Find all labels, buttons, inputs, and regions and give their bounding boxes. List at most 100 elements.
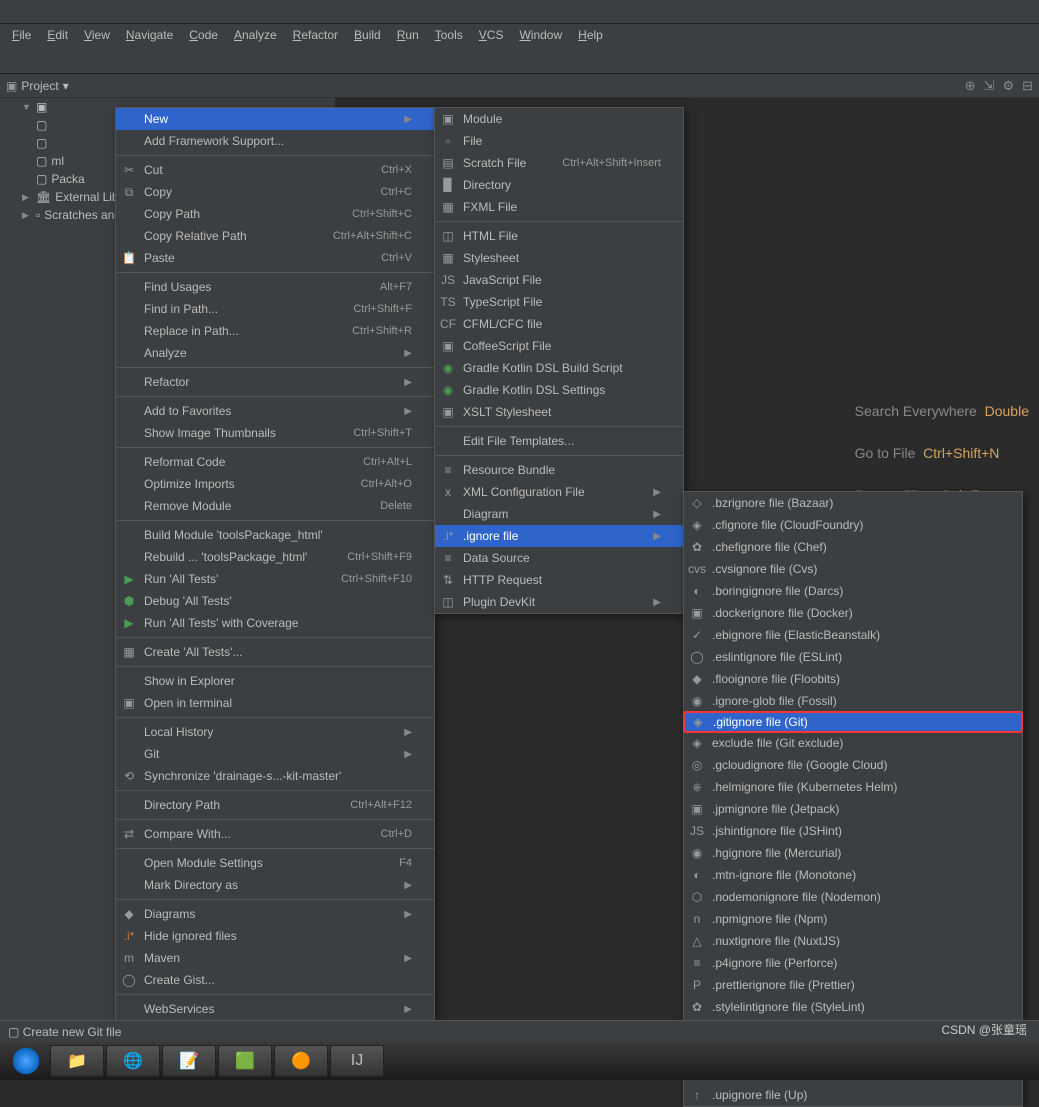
menu-item[interactable]: Replace in Path...Ctrl+Shift+R bbox=[116, 320, 434, 342]
menu-item[interactable]: JS.jshintignore file (JSHint) bbox=[684, 820, 1022, 842]
taskbar-intellij[interactable]: IJ bbox=[330, 1045, 384, 1077]
menu-item[interactable]: Show Image ThumbnailsCtrl+Shift+T bbox=[116, 422, 434, 444]
menu-item[interactable]: ✓.ebignore file (ElasticBeanstalk) bbox=[684, 624, 1022, 646]
menu-item[interactable]: Diagram▶ bbox=[435, 503, 683, 525]
menu-analyze[interactable]: Analyze bbox=[226, 26, 285, 44]
taskbar-app2[interactable]: 🟠 bbox=[274, 1045, 328, 1077]
menu-refactor[interactable]: Refactor bbox=[285, 26, 346, 44]
menu-item[interactable]: ⬢Debug 'All Tests' bbox=[116, 590, 434, 612]
menu-item[interactable]: ▣.jpmignore file (Jetpack) bbox=[684, 798, 1022, 820]
menu-item[interactable]: .i*.ignore file▶ bbox=[435, 525, 683, 547]
menu-item[interactable]: Find UsagesAlt+F7 bbox=[116, 276, 434, 298]
menu-item[interactable]: ✂CutCtrl+X bbox=[116, 159, 434, 181]
menu-item[interactable]: ▣Module bbox=[435, 108, 683, 130]
menu-window[interactable]: Window bbox=[511, 26, 570, 44]
menu-navigate[interactable]: Navigate bbox=[118, 26, 181, 44]
menu-item[interactable]: ◎.gcloudignore file (Google Cloud) bbox=[684, 754, 1022, 776]
menu-item[interactable]: Show in Explorer bbox=[116, 670, 434, 692]
menu-item[interactable]: Reformat CodeCtrl+Alt+L bbox=[116, 451, 434, 473]
menu-item[interactable]: Open Module SettingsF4 bbox=[116, 852, 434, 874]
menu-item[interactable]: ⇅HTTP Request bbox=[435, 569, 683, 591]
menu-item[interactable]: xXML Configuration File▶ bbox=[435, 481, 683, 503]
taskbar-chrome[interactable]: 🌐 bbox=[106, 1045, 160, 1077]
menu-item[interactable]: ⇄Compare With...Ctrl+D bbox=[116, 823, 434, 845]
menu-view[interactable]: View bbox=[76, 26, 118, 44]
context-menu-main[interactable]: New▶Add Framework Support...✂CutCtrl+X⧉C… bbox=[115, 107, 435, 1021]
taskbar-app1[interactable]: 🟩 bbox=[218, 1045, 272, 1077]
menu-item[interactable]: ⎈.helmignore file (Kubernetes Helm) bbox=[684, 776, 1022, 798]
menu-item[interactable]: ◇.bzrignore file (Bazaar) bbox=[684, 492, 1022, 514]
menu-item[interactable]: .i*Hide ignored files bbox=[116, 925, 434, 947]
menu-vcs[interactable]: VCS bbox=[471, 26, 512, 44]
menu-item[interactable]: cvs.cvsignore file (Cvs) bbox=[684, 558, 1022, 580]
target-icon[interactable]: ⊕ bbox=[965, 78, 976, 94]
menu-item[interactable]: Add to Favorites▶ bbox=[116, 400, 434, 422]
menu-item[interactable]: ✿.chefignore file (Chef) bbox=[684, 536, 1022, 558]
menu-item[interactable]: Copy PathCtrl+Shift+C bbox=[116, 203, 434, 225]
menu-item[interactable]: ▶Run 'All Tests' with Coverage bbox=[116, 612, 434, 634]
start-button[interactable] bbox=[4, 1042, 48, 1080]
hide-icon[interactable]: ⊟ bbox=[1022, 78, 1033, 94]
menu-item[interactable]: ▣XSLT Stylesheet bbox=[435, 401, 683, 423]
menu-item[interactable]: ◯.eslintignore file (ESLint) bbox=[684, 646, 1022, 668]
menu-item[interactable]: ▶Run 'All Tests'Ctrl+Shift+F10 bbox=[116, 568, 434, 590]
menu-item[interactable]: ◉Gradle Kotlin DSL Settings bbox=[435, 379, 683, 401]
menu-item[interactable]: JSJavaScript File bbox=[435, 269, 683, 291]
menu-item[interactable]: Directory PathCtrl+Alt+F12 bbox=[116, 794, 434, 816]
menu-item[interactable]: ▦Stylesheet bbox=[435, 247, 683, 269]
menu-item[interactable]: New▶ bbox=[116, 108, 434, 130]
context-menu-new[interactable]: ▣Module▫File▤Scratch FileCtrl+Alt+Shift+… bbox=[434, 107, 684, 614]
menu-item[interactable]: ◈.cfignore file (CloudFoundry) bbox=[684, 514, 1022, 536]
menu-item[interactable]: ▦FXML File bbox=[435, 196, 683, 218]
menu-item[interactable]: mMaven▶ bbox=[116, 947, 434, 969]
taskbar-explorer[interactable]: 📁 bbox=[50, 1045, 104, 1077]
project-tool-button[interactable]: ▣ Project ▾ bbox=[6, 79, 69, 93]
menu-item[interactable]: Mark Directory as▶ bbox=[116, 874, 434, 896]
menu-item[interactable]: ◐.boringignore file (Darcs) bbox=[684, 580, 1022, 602]
menu-file[interactable]: File bbox=[4, 26, 39, 44]
menu-item[interactable]: ◈.gitignore file (Git) bbox=[683, 711, 1023, 733]
menu-item[interactable]: ◆Diagrams▶ bbox=[116, 903, 434, 925]
menu-item[interactable]: ◉.hgignore file (Mercurial) bbox=[684, 842, 1022, 864]
menu-item[interactable]: CFCFML/CFC file bbox=[435, 313, 683, 335]
menu-item[interactable]: Rebuild ... 'toolsPackage_html'Ctrl+Shif… bbox=[116, 546, 434, 568]
menu-item[interactable]: Optimize ImportsCtrl+Alt+O bbox=[116, 473, 434, 495]
menu-item[interactable]: △.nuxtignore file (NuxtJS) bbox=[684, 930, 1022, 952]
menu-item[interactable]: Edit File Templates... bbox=[435, 430, 683, 452]
collapse-icon[interactable]: ⇲ bbox=[984, 78, 995, 94]
menu-edit[interactable]: Edit bbox=[39, 26, 76, 44]
menu-item[interactable]: Refactor▶ bbox=[116, 371, 434, 393]
menu-item[interactable]: P.prettierignore file (Prettier) bbox=[684, 974, 1022, 996]
menu-item[interactable]: ◉.ignore-glob file (Fossil) bbox=[684, 690, 1022, 712]
menu-item[interactable]: ▦Create 'All Tests'... bbox=[116, 641, 434, 663]
menu-item[interactable]: Remove ModuleDelete bbox=[116, 495, 434, 517]
menu-item[interactable]: ◐.mtn-ignore file (Monotone) bbox=[684, 864, 1022, 886]
menu-item[interactable]: ≡Resource Bundle bbox=[435, 459, 683, 481]
menu-item[interactable]: ⟲Synchronize 'drainage-s...-kit-master' bbox=[116, 765, 434, 787]
menu-item[interactable]: ◆.flooignore file (Floobits) bbox=[684, 668, 1022, 690]
menu-code[interactable]: Code bbox=[181, 26, 226, 44]
menu-item[interactable]: Build Module 'toolsPackage_html' bbox=[116, 524, 434, 546]
menu-item[interactable]: Find in Path...Ctrl+Shift+F bbox=[116, 298, 434, 320]
menu-help[interactable]: Help bbox=[570, 26, 611, 44]
menu-item[interactable]: Copy Relative PathCtrl+Alt+Shift+C bbox=[116, 225, 434, 247]
menu-item[interactable]: 📋PasteCtrl+V bbox=[116, 247, 434, 269]
menu-run[interactable]: Run bbox=[389, 26, 427, 44]
menu-item[interactable]: ▣CoffeeScript File bbox=[435, 335, 683, 357]
menu-item[interactable]: ≡.p4ignore file (Perforce) bbox=[684, 952, 1022, 974]
context-menu-ignore[interactable]: ◇.bzrignore file (Bazaar)◈.cfignore file… bbox=[683, 491, 1023, 1107]
menu-item[interactable]: Git▶ bbox=[116, 743, 434, 765]
menu-item[interactable]: ⬡.nodemonignore file (Nodemon) bbox=[684, 886, 1022, 908]
menu-item[interactable]: ▣.dockerignore file (Docker) bbox=[684, 602, 1022, 624]
menu-item[interactable]: ↑.upignore file (Up) bbox=[684, 1084, 1022, 1106]
gear-icon[interactable]: ⚙ bbox=[1002, 78, 1014, 94]
menu-item[interactable]: ▫File bbox=[435, 130, 683, 152]
menu-item[interactable]: ◈exclude file (Git exclude) bbox=[684, 732, 1022, 754]
menu-build[interactable]: Build bbox=[346, 26, 389, 44]
menu-item[interactable]: ▉Directory bbox=[435, 174, 683, 196]
menu-item[interactable]: ◫HTML File bbox=[435, 225, 683, 247]
menu-item[interactable]: ✿.stylelintignore file (StyleLint) bbox=[684, 996, 1022, 1018]
menu-item[interactable]: ▤Scratch FileCtrl+Alt+Shift+Insert bbox=[435, 152, 683, 174]
taskbar-notepad[interactable]: 📝 bbox=[162, 1045, 216, 1077]
menu-item[interactable]: ▣Open in terminal bbox=[116, 692, 434, 714]
